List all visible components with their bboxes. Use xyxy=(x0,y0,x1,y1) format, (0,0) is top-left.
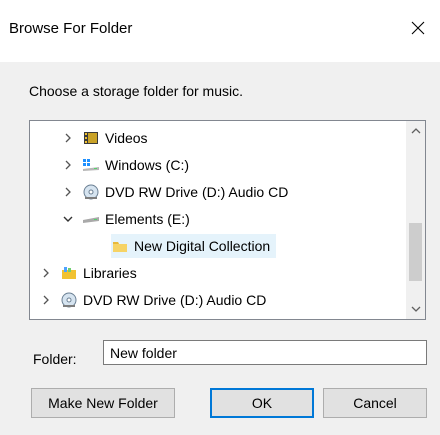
tree-item-dvd-drive-2[interactable]: DVD RW Drive (D:) Audio CD xyxy=(30,288,414,312)
dvd-drive-icon xyxy=(60,292,78,308)
browse-for-folder-dialog: Browse For Folder Choose a storage folde… xyxy=(0,0,440,435)
close-icon xyxy=(411,21,425,35)
libraries-icon xyxy=(60,265,78,281)
instruction-text: Choose a storage folder for music. xyxy=(29,83,243,99)
tree-item-windows-c[interactable]: Windows (C:) xyxy=(30,153,425,177)
ok-button[interactable]: OK xyxy=(210,388,314,418)
windows-drive-icon xyxy=(82,157,100,173)
cancel-button[interactable]: Cancel xyxy=(323,388,427,418)
chevron-down-icon xyxy=(411,306,420,312)
tree-item-libraries[interactable]: Libraries xyxy=(30,261,414,285)
dvd-drive-icon xyxy=(82,184,100,200)
chevron-right-icon[interactable] xyxy=(62,159,74,171)
tree-item-dvd-drive[interactable]: DVD RW Drive (D:) Audio CD xyxy=(30,180,425,204)
tree-item-label: Windows (C:) xyxy=(105,157,190,173)
chevron-up-icon xyxy=(411,128,420,134)
folder-tree[interactable]: Videos Windows (C:) DVD RW Drive (D:) Au… xyxy=(29,120,426,320)
tree-item-new-digital-collection[interactable]: New Digital Collection xyxy=(30,234,425,258)
chevron-right-icon[interactable] xyxy=(40,267,52,279)
tree-item-label: Videos xyxy=(105,130,148,146)
chevron-right-icon[interactable] xyxy=(62,132,74,144)
tree-item-label: DVD RW Drive (D:) Audio CD xyxy=(83,292,267,308)
scroll-up-button[interactable] xyxy=(406,121,425,140)
make-new-folder-button[interactable]: Make New Folder xyxy=(31,388,175,418)
vertical-scrollbar[interactable] xyxy=(406,121,425,319)
chevron-right-icon[interactable] xyxy=(40,294,52,306)
chevron-right-icon[interactable] xyxy=(62,186,74,198)
tree-item-label: New Digital Collection xyxy=(134,238,271,254)
tree-item-videos[interactable]: Videos xyxy=(30,126,425,150)
tree-item-label: DVD RW Drive (D:) Audio CD xyxy=(105,184,289,200)
scroll-thumb[interactable] xyxy=(409,223,422,281)
folder-icon xyxy=(111,238,129,254)
title-bar: Browse For Folder xyxy=(0,0,440,62)
folder-label: Folder: xyxy=(33,351,77,367)
close-button[interactable] xyxy=(396,6,440,50)
chevron-down-icon[interactable] xyxy=(62,213,74,225)
tree-item-label: Libraries xyxy=(83,265,137,281)
folder-name-input[interactable] xyxy=(103,340,427,365)
tree-item-label: Elements (E:) xyxy=(105,211,190,227)
videos-icon xyxy=(82,130,100,146)
tree-item-elements-e[interactable]: Elements (E:) xyxy=(30,207,425,231)
dialog-title: Browse For Folder xyxy=(9,20,133,37)
external-drive-icon xyxy=(82,211,100,227)
scroll-down-button[interactable] xyxy=(406,300,425,319)
